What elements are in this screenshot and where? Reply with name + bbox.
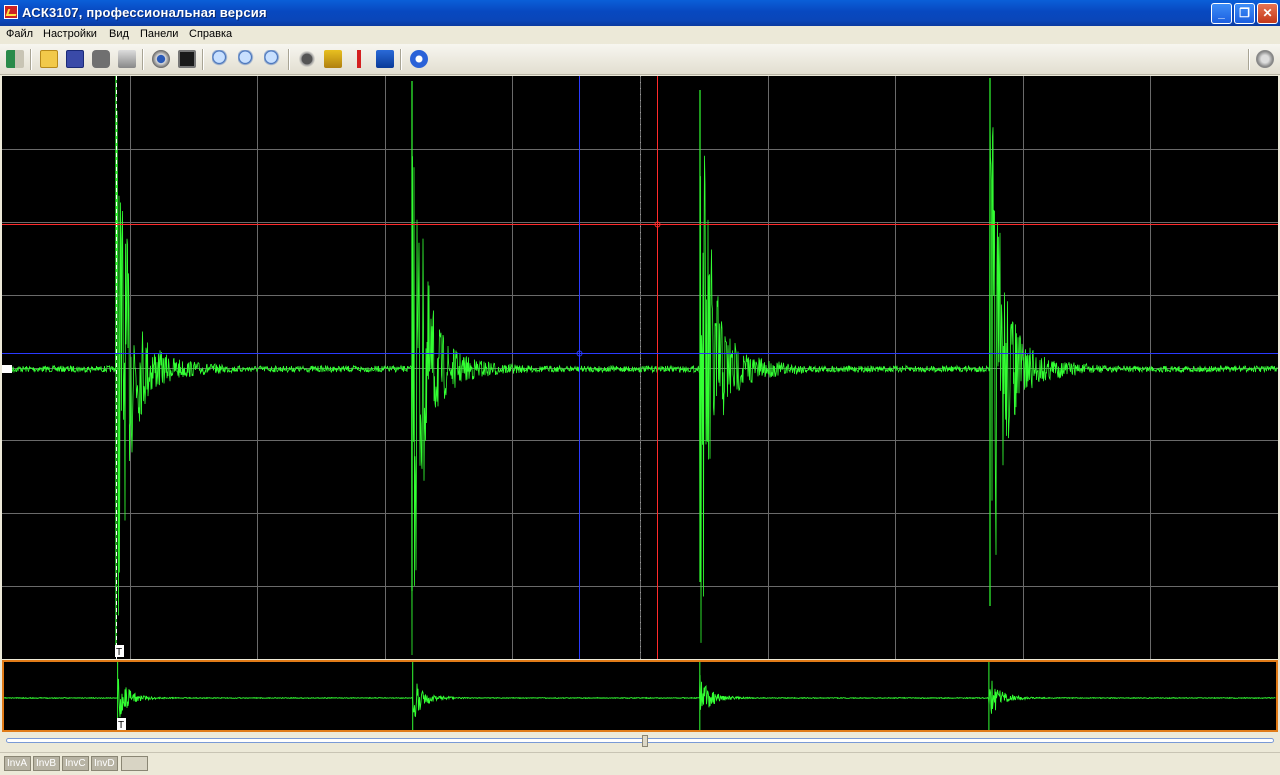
status-bar: InvA InvB InvC InvD bbox=[0, 752, 1280, 775]
menu-help[interactable]: Справка bbox=[189, 28, 232, 40]
settings-round-icon[interactable] bbox=[1256, 50, 1274, 68]
overview-trace bbox=[4, 675, 1276, 718]
inv-a-button[interactable]: InvA bbox=[4, 756, 31, 771]
open-folder-icon[interactable] bbox=[40, 50, 58, 68]
toolbar-separator bbox=[30, 49, 32, 70]
exit-icon[interactable] bbox=[6, 50, 24, 68]
inv-d-button[interactable]: InvD bbox=[91, 756, 118, 771]
print-icon[interactable] bbox=[118, 50, 136, 68]
app-logo-icon bbox=[4, 5, 18, 19]
measure-icon[interactable] bbox=[376, 50, 394, 68]
help-icon[interactable] bbox=[410, 50, 428, 68]
save-icon[interactable] bbox=[66, 50, 84, 68]
waveform-trace bbox=[2, 110, 1278, 656]
oscilloscope-display[interactable]: T bbox=[2, 76, 1278, 659]
toolbar bbox=[0, 44, 1280, 75]
toolbar-separator bbox=[142, 49, 144, 70]
pen-icon[interactable] bbox=[121, 756, 148, 771]
window-title: АСК3107, профессиональная версия bbox=[22, 5, 267, 20]
overview-trigger-marker: T bbox=[118, 720, 124, 730]
channel-level-marker bbox=[2, 365, 12, 373]
gear-icon[interactable] bbox=[298, 50, 316, 68]
menu-panels[interactable]: Панели bbox=[140, 28, 178, 40]
horizontal-scrollbar[interactable] bbox=[6, 735, 1274, 747]
inv-b-button[interactable]: InvB bbox=[33, 756, 60, 771]
toolbar-separator bbox=[202, 49, 204, 70]
overview-waveform[interactable]: T bbox=[4, 662, 1276, 730]
monitor-icon[interactable] bbox=[178, 50, 196, 68]
zoom-in-icon[interactable] bbox=[212, 50, 230, 68]
menu-view[interactable]: Вид bbox=[109, 28, 129, 40]
overview-strip[interactable]: T bbox=[2, 660, 1278, 732]
cursor-tool-icon[interactable] bbox=[324, 50, 342, 68]
inv-c-button[interactable]: InvC bbox=[62, 756, 89, 771]
zoom-icon[interactable] bbox=[238, 50, 256, 68]
scrollbar-track[interactable] bbox=[6, 738, 1274, 743]
zoom-out-icon[interactable] bbox=[264, 50, 282, 68]
eye-icon[interactable] bbox=[152, 50, 170, 68]
restore-button[interactable]: ❐ bbox=[1234, 3, 1255, 24]
scrollbar-thumb[interactable] bbox=[642, 735, 648, 747]
menu-file[interactable]: Файл bbox=[6, 28, 33, 40]
toolbar-separator bbox=[288, 49, 290, 70]
close-button[interactable]: ✕ bbox=[1257, 3, 1278, 24]
toolbar-separator bbox=[400, 49, 402, 70]
toolbar-separator bbox=[1248, 49, 1250, 70]
trigger-marker: T bbox=[116, 647, 122, 658]
menu-bar: Файл Настройки Вид Панели Справка bbox=[0, 26, 1280, 44]
minimize-button[interactable]: _ bbox=[1211, 3, 1232, 24]
title-bar: АСК3107, профессиональная версия _ ❐ ✕ bbox=[0, 0, 1280, 26]
menu-settings[interactable]: Настройки bbox=[43, 28, 97, 40]
waveform-canvas[interactable]: T bbox=[2, 76, 1278, 659]
screenshot-icon[interactable] bbox=[92, 50, 110, 68]
marker-icon[interactable] bbox=[350, 50, 368, 68]
